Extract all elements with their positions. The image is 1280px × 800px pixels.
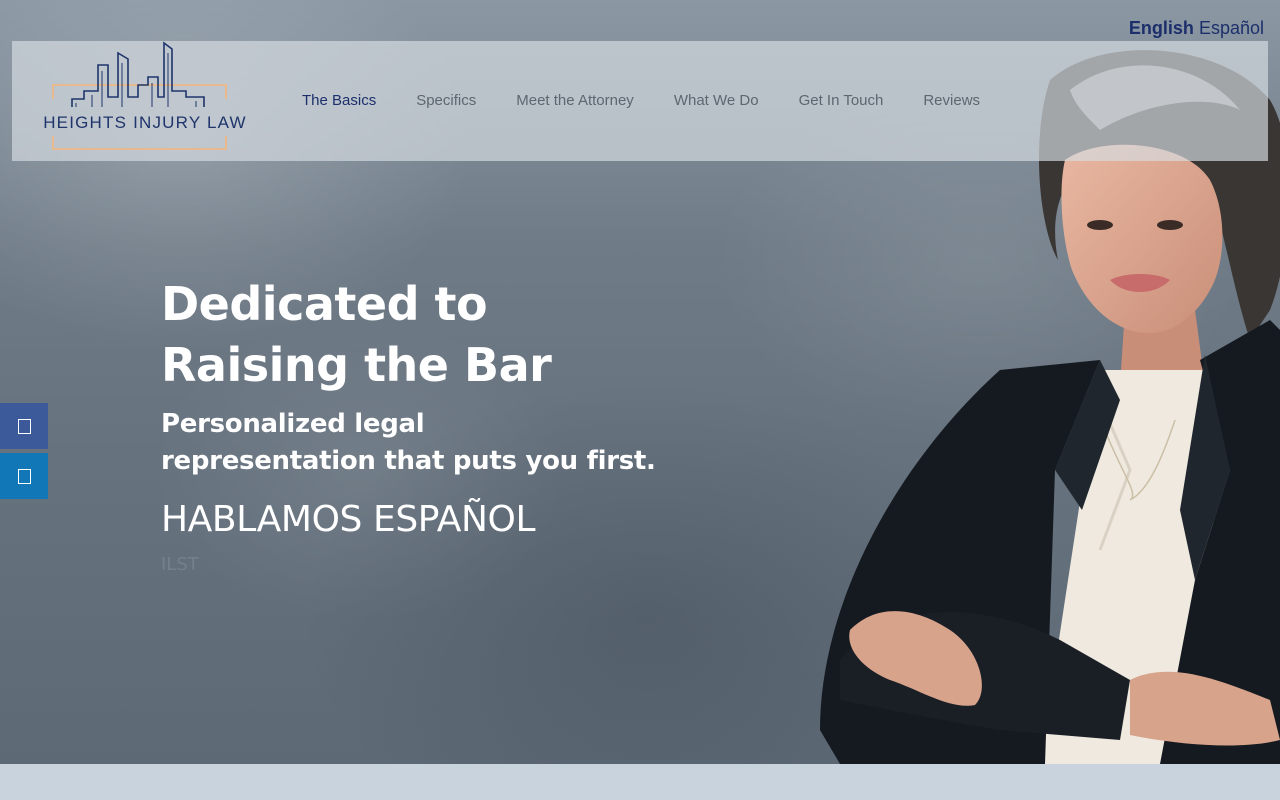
hero-text-block: Dedicated to Raising the Bar Personalize… xyxy=(161,274,681,575)
linkedin-icon xyxy=(17,468,31,484)
nav-item-get-in-touch[interactable]: Get In Touch xyxy=(799,92,884,109)
hero-section: Dedicated to Raising the Bar Personalize… xyxy=(0,0,1280,764)
hero-subtitle-emphasis: you xyxy=(525,446,578,476)
language-english-link[interactable]: English xyxy=(1129,18,1194,38)
linkedin-button[interactable] xyxy=(0,453,48,499)
language-switcher: English Español xyxy=(1129,18,1264,39)
facebook-icon xyxy=(17,418,31,434)
skyline-logo-icon xyxy=(52,41,227,150)
nav-item-reviews[interactable]: Reviews xyxy=(923,92,980,109)
site-logo[interactable]: HEIGHTS INJURY LAW xyxy=(36,41,256,161)
hero-subtitle-line2-end: first. xyxy=(577,446,656,476)
footer-band xyxy=(0,764,1280,800)
hero-subtitle-line1: Personalized legal xyxy=(161,409,425,439)
main-nav: The Basics Specifics Meet the Attorney W… xyxy=(302,92,1020,109)
spanish-tagline: HABLAMOS ESPAÑOL xyxy=(161,499,536,540)
hero-subtitle: Personalized legal representation that p… xyxy=(161,406,681,480)
nav-item-meet-the-attorney[interactable]: Meet the Attorney xyxy=(516,92,634,109)
hero-subtitle-line2-start: representation that puts xyxy=(161,446,526,476)
language-spanish-link[interactable]: Español xyxy=(1199,18,1264,38)
nav-item-specifics[interactable]: Specifics xyxy=(416,92,476,109)
hero-faint-text: ILST xyxy=(161,554,199,575)
hero-title: Dedicated to Raising the Bar xyxy=(161,274,681,396)
nav-item-the-basics[interactable]: The Basics xyxy=(302,92,376,109)
header-navbar: HEIGHTS INJURY LAW The Basics Specifics … xyxy=(12,41,1268,161)
logo-text: HEIGHTS INJURY LAW xyxy=(43,113,247,132)
hero-title-line2: Raising the Bar xyxy=(161,338,552,392)
nav-item-what-we-do[interactable]: What We Do xyxy=(674,92,759,109)
facebook-button[interactable] xyxy=(0,403,48,449)
hero-title-line1: Dedicated to xyxy=(161,277,488,331)
